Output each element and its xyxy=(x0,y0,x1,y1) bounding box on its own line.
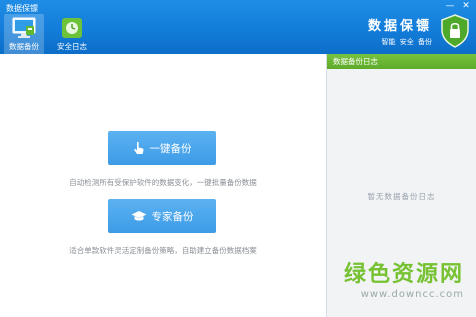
graduation-cap-icon xyxy=(131,211,146,221)
backup-log-empty-text: 暂无数据备份日志 xyxy=(367,192,436,201)
watermark-url: www.downcc.com xyxy=(360,289,464,300)
monitor-icon xyxy=(12,17,36,38)
backup-log-title: 数据备份日志 xyxy=(327,54,476,69)
one-click-backup-label: 一键备份 xyxy=(149,142,192,155)
close-icon[interactable]: ✕ xyxy=(460,1,472,12)
watermark-text: 绿色资源网 xyxy=(343,262,464,287)
main-panel: 一键备份 自动检测所有受保护软件的数据变化，一键批量备份数据 专家备份 适合单款… xyxy=(0,54,326,317)
window-controls: — ✕ xyxy=(444,1,472,12)
expert-backup-description: 适合单款软件灵活定制备份策略，自助建立备份数据档案 xyxy=(69,246,257,255)
window-title: 数据保镖 xyxy=(6,4,38,13)
brand-tags: 智能 安全 备份 xyxy=(381,38,432,46)
header: 数据保镖 — ✕ 数据备份 安全日志 数据保镖 智能 安全 备份 xyxy=(0,0,476,54)
shield-lock-icon xyxy=(441,14,469,48)
watermark: 绿色资源网 www.downcc.com xyxy=(343,262,464,301)
nav-label: 数据备份 xyxy=(9,42,39,51)
hand-pointer-icon xyxy=(133,141,143,154)
brand: 数据保镖 智能 安全 备份 xyxy=(368,15,432,47)
one-click-backup-button[interactable]: 一键备份 xyxy=(108,131,216,165)
expert-backup-label: 专家备份 xyxy=(151,210,194,223)
minimize-icon[interactable]: — xyxy=(444,1,456,12)
nav-label: 安全日志 xyxy=(57,42,87,51)
expert-backup-button[interactable]: 专家备份 xyxy=(108,199,216,233)
brand-name: 数据保镖 xyxy=(367,19,432,34)
nav-item-data-backup[interactable]: 数据备份 xyxy=(4,14,44,54)
one-click-backup-description: 自动检测所有受保护软件的数据变化，一键批量备份数据 xyxy=(69,178,257,187)
clock-log-icon xyxy=(62,18,82,38)
nav-item-security-log[interactable]: 安全日志 xyxy=(52,14,92,54)
